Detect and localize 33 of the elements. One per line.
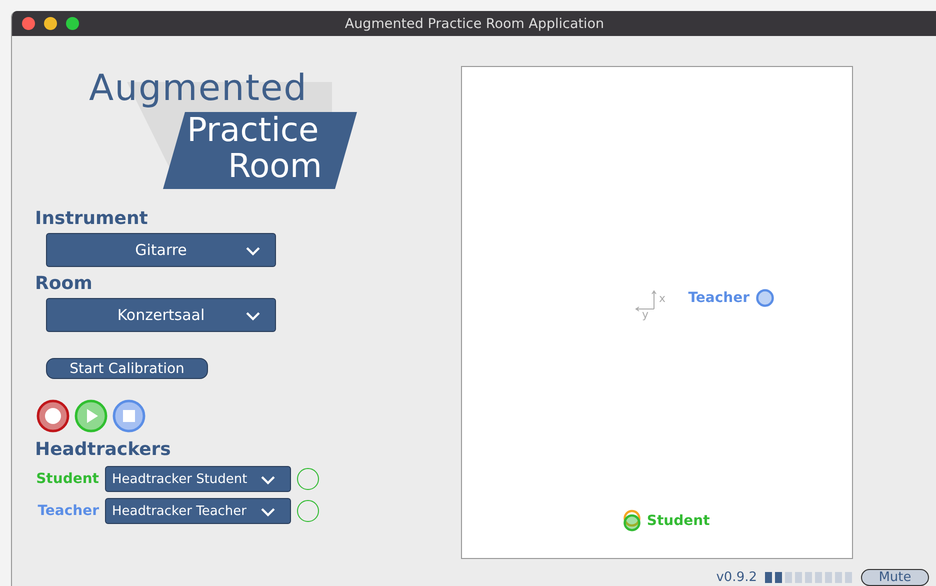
chevron-icon xyxy=(245,246,261,256)
axis-label: y xyxy=(642,308,649,321)
headtracker-label: Teacher xyxy=(36,503,99,519)
chevron-icon xyxy=(260,475,276,485)
listener-icon[interactable] xyxy=(622,508,642,533)
axis-label: x xyxy=(659,292,666,305)
instrument-dropdown[interactable]: Gitarre xyxy=(46,233,276,267)
mute-button[interactable]: Mute xyxy=(861,569,929,586)
section-label: Instrument xyxy=(35,208,149,229)
window-title: Augmented Practice Room Application xyxy=(344,16,604,32)
headtracker-dropdown[interactable]: Headtracker Student xyxy=(105,466,291,492)
marker-label: Teacher xyxy=(688,290,750,306)
calibration-button[interactable]: Start Calibration xyxy=(46,358,208,379)
status-ring-icon xyxy=(297,500,319,522)
chevron-icon xyxy=(260,507,276,517)
record-button[interactable] xyxy=(36,399,70,433)
version-text: v0.9.2 xyxy=(716,570,757,585)
headtracker-label: Student xyxy=(35,471,99,487)
stop-button[interactable] xyxy=(112,399,146,433)
logo-text: Augmented xyxy=(89,68,308,109)
section-label: Room xyxy=(35,273,94,294)
logo-text: Practice xyxy=(187,110,319,149)
minimize-icon[interactable] xyxy=(44,17,57,30)
room-dropdown[interactable]: Konzertsaal xyxy=(46,298,276,332)
close-icon[interactable] xyxy=(22,17,35,30)
section-label: Headtrackers xyxy=(35,439,172,460)
logo-text: Room xyxy=(228,146,322,185)
source-icon[interactable] xyxy=(754,288,774,308)
status-ring-icon xyxy=(297,468,319,490)
zoom-icon[interactable] xyxy=(66,17,79,30)
headtracker-dropdown[interactable]: Headtracker Teacher xyxy=(105,498,291,524)
chevron-icon xyxy=(245,311,261,321)
marker-label: Student xyxy=(646,512,710,529)
